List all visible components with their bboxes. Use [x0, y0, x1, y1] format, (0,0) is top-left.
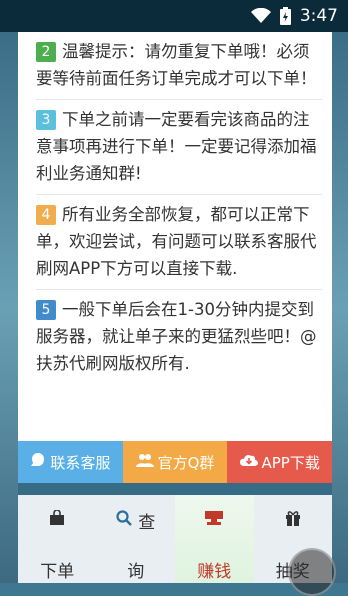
action-label: 联系客服	[50, 453, 111, 472]
contact-support-button[interactable]: 联系客服	[18, 441, 123, 483]
tab-label: 询	[127, 562, 145, 582]
notice-item: 3 下单之前请一定要看完该商品的注意事项再进行下单！一定要记得添加福利业务通知群!	[36, 100, 322, 195]
official-qq-group-button[interactable]: 官方Q群	[122, 441, 228, 483]
notice-text: 一般下单后会在1-30分钟内提交到服务器，就让单子来的更猛烈些吧！@扶苏代刷网版…	[36, 300, 317, 373]
action-label: 官方Q群	[157, 453, 215, 472]
clock: 3:47	[299, 6, 338, 26]
gift-icon	[285, 510, 301, 531]
group-icon	[135, 452, 154, 472]
battery-icon	[279, 7, 291, 25]
notice-text: 所有业务全部恢复，都可以正常下单，欢迎尝试，有问题可以联系客服代刷网APP下方可…	[36, 205, 317, 278]
tab-order[interactable]: 下单	[18, 495, 97, 583]
tab-label: 赚钱	[197, 562, 232, 582]
notice-number-badge: 2	[36, 42, 56, 62]
background-right	[332, 32, 348, 583]
action-label: APP下载	[261, 453, 320, 472]
tab-earn[interactable]: 赚钱	[175, 495, 254, 583]
background-left	[0, 32, 18, 583]
action-bar: 联系客服 官方Q群 APP下载	[18, 441, 333, 483]
notice-item: 5 一般下单后会在1-30分钟内提交到服务器，就让单子来的更猛烈些吧！@扶苏代刷网…	[36, 290, 322, 384]
notice-number-badge: 5	[36, 300, 56, 320]
notice-number-badge: 3	[36, 110, 56, 130]
tab-label: 下单	[40, 562, 75, 582]
notice-number-badge: 4	[36, 205, 56, 225]
notice-text: 温馨提示：请勿重复下单哦！必须要等待前面任务订单完成才可以下单！	[36, 42, 317, 88]
shopping-bag-icon	[49, 509, 65, 530]
cloud-download-icon	[239, 453, 258, 472]
notice-text: 下单之前请一定要看完该商品的注意事项再进行下单！一定要记得添加福利业务通知群!	[36, 110, 317, 183]
app-download-button[interactable]: APP下载	[227, 441, 333, 483]
notice-item: 4 所有业务全部恢复，都可以正常下单，欢迎尝试，有问题可以联系客服代刷网APP下方…	[36, 195, 322, 290]
chat-icon	[30, 452, 46, 472]
search-icon	[116, 509, 133, 531]
tab-icon-text: 查	[138, 512, 156, 533]
notice-item: 2 温馨提示：请勿重复下单哦！必须要等待前面任务订单完成才可以下单！	[36, 32, 322, 100]
tab-query[interactable]: 查 询	[97, 495, 176, 583]
wifi-icon	[250, 8, 271, 24]
notice-card: 2 温馨提示：请勿重复下单哦！必须要等待前面任务订单完成才可以下单！ 3 下单之前请…	[18, 32, 332, 441]
floating-button[interactable]	[288, 548, 336, 596]
money-icon	[205, 510, 224, 530]
status-bar: 3:47	[0, 0, 348, 32]
bottom-tab-bar: 下单 查 询 赚钱 抽奖	[18, 495, 332, 583]
